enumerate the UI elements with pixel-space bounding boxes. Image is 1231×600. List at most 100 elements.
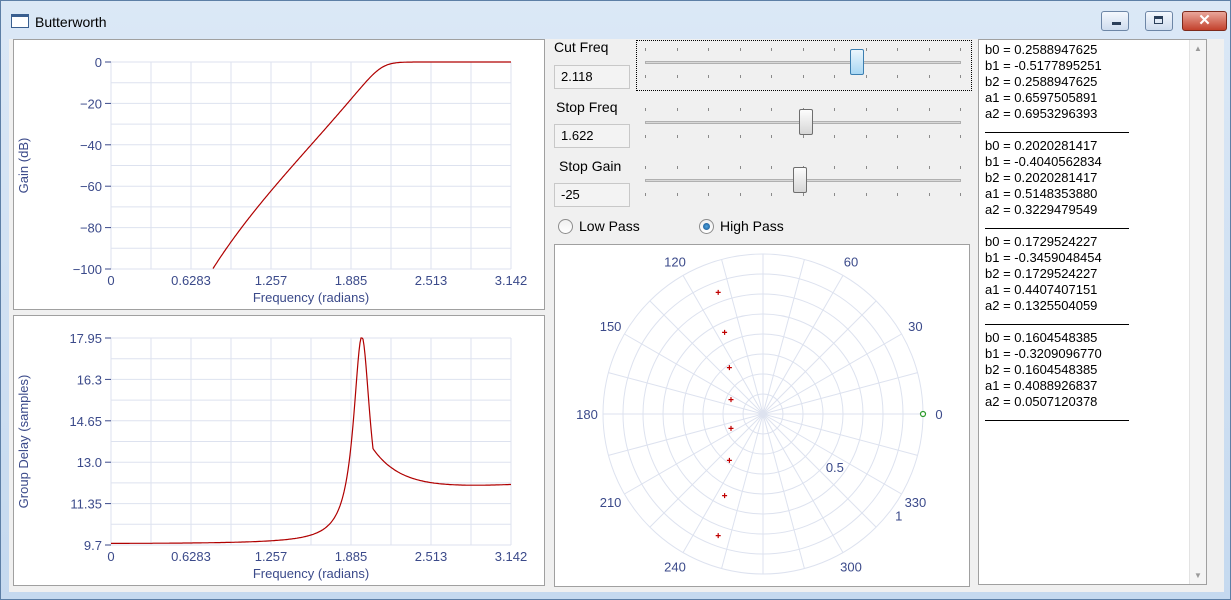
angle-label: 240 bbox=[664, 559, 686, 574]
slider-thumb[interactable] bbox=[849, 49, 864, 75]
slider-tick bbox=[802, 48, 804, 51]
slider-tick bbox=[928, 75, 930, 78]
app-window-icon bbox=[11, 14, 29, 28]
cut-freq-slider[interactable] bbox=[645, 48, 961, 78]
angle-label: 210 bbox=[600, 495, 622, 510]
slider-tick bbox=[708, 135, 709, 138]
slider-thumb[interactable] bbox=[792, 167, 807, 193]
y-tick-label: 9.7 bbox=[84, 538, 102, 553]
slider-tick bbox=[771, 48, 772, 51]
vertical-scrollbar[interactable]: ▲ ▼ bbox=[1189, 40, 1206, 584]
y-tick-label: 11.35 bbox=[70, 497, 102, 512]
polar-spoke bbox=[608, 372, 764, 415]
polar-spoke bbox=[682, 413, 764, 553]
slider-tick bbox=[739, 193, 741, 196]
y-axis-label: Group Delay (samples) bbox=[16, 375, 31, 509]
coefficient-line: a2 = 0.0507120378 bbox=[985, 394, 1098, 409]
coefficient-line: b2 = 0.1729524227 bbox=[985, 266, 1098, 281]
stop-gain-label: Stop Gain bbox=[559, 158, 622, 174]
x-tick-label: 1.885 bbox=[335, 549, 368, 564]
pole-marker bbox=[728, 397, 734, 403]
coefficient-line: b1 = -0.5177895251 bbox=[985, 58, 1102, 73]
y-tick-label: 0 bbox=[95, 55, 102, 70]
slider-tick bbox=[960, 166, 961, 169]
slider-tick bbox=[897, 135, 898, 138]
slider-tick bbox=[897, 193, 898, 196]
slider-tick bbox=[928, 48, 930, 51]
slider-tick bbox=[771, 166, 772, 169]
slider-tick bbox=[676, 166, 678, 169]
coefficient-line: b1 = -0.3459048454 bbox=[985, 250, 1102, 265]
polar-spoke bbox=[624, 413, 764, 495]
polar-spoke bbox=[762, 300, 877, 415]
slider-tick bbox=[802, 135, 804, 138]
scroll-up-icon[interactable]: ▲ bbox=[1194, 44, 1202, 53]
coefficient-line: a1 = 0.5148353880 bbox=[985, 186, 1098, 201]
angle-label: 330 bbox=[905, 495, 927, 510]
pole-marker bbox=[715, 289, 721, 295]
coefficient-line: b2 = 0.2020281417 bbox=[985, 170, 1098, 185]
slider-tick bbox=[771, 193, 772, 196]
slider-tick bbox=[834, 166, 835, 169]
low-pass-radio-circle bbox=[558, 219, 573, 234]
radio-selected-dot bbox=[703, 223, 710, 230]
slider-thumb[interactable] bbox=[799, 109, 814, 135]
y-tick-label: −60 bbox=[80, 179, 102, 194]
radius-label: 0.5 bbox=[826, 460, 844, 475]
close-button[interactable]: ✕ bbox=[1182, 11, 1227, 31]
radius-label: 1 bbox=[895, 508, 902, 523]
y-tick-label: −100 bbox=[73, 262, 102, 277]
x-tick-label: 1.257 bbox=[255, 549, 288, 564]
x-tick-label: 0.6283 bbox=[171, 273, 211, 288]
slider-tick bbox=[645, 48, 646, 51]
slider-tick bbox=[960, 75, 961, 78]
polar-spoke bbox=[762, 259, 805, 415]
pole-marker bbox=[722, 493, 728, 499]
minimize-button[interactable] bbox=[1101, 11, 1129, 31]
low-pass-label: Low Pass bbox=[579, 218, 640, 234]
angle-label: 30 bbox=[908, 319, 922, 334]
scroll-down-icon[interactable]: ▼ bbox=[1194, 571, 1202, 580]
slider-tick bbox=[865, 108, 867, 111]
stop-freq-value: 1.622 bbox=[554, 124, 630, 148]
stop-freq-slider[interactable] bbox=[645, 108, 961, 138]
slider-tick bbox=[645, 193, 646, 196]
client-area: 0 −20 −40 −60 −80 −100 0 0.6283 1.257 1.885 2.513 3… bbox=[9, 39, 1224, 592]
title-bar[interactable]: Butterworth ✕ bbox=[1, 1, 1230, 39]
x-tick-label: 0 bbox=[107, 549, 114, 564]
slider-tick bbox=[897, 75, 898, 78]
angle-label: 300 bbox=[840, 559, 862, 574]
slider-tick bbox=[834, 75, 835, 78]
slider-tick bbox=[708, 193, 709, 196]
polar-spoke bbox=[762, 333, 902, 415]
slider-tick bbox=[739, 75, 741, 78]
coefficient-line: a1 = 0.4407407151 bbox=[985, 282, 1098, 297]
stop-gain-value: -25 bbox=[554, 183, 630, 207]
y-tick-label: 17.95 bbox=[69, 331, 102, 346]
x-tick-label: 1.257 bbox=[255, 273, 288, 288]
coefficients-list[interactable]: b0 = 0.2588947625 b1 = -0.5177895251 b2 = … bbox=[978, 39, 1207, 585]
pole-marker bbox=[722, 329, 728, 335]
slider-tick bbox=[834, 108, 835, 111]
slider-tick bbox=[897, 108, 898, 111]
coefficient-line: a2 = 0.6953296393 bbox=[985, 106, 1098, 121]
maximize-button[interactable] bbox=[1145, 11, 1173, 31]
coefficients-text: b0 = 0.2588947625 b1 = -0.5177895251 b2 = … bbox=[979, 40, 1199, 584]
polar-spoke bbox=[608, 413, 764, 456]
slider-tick bbox=[834, 48, 835, 51]
coefficient-separator bbox=[985, 132, 1129, 133]
polar-spoke bbox=[682, 275, 764, 415]
zero-marker bbox=[919, 410, 927, 418]
x-tick-label: 2.513 bbox=[415, 273, 448, 288]
stop-gain-slider[interactable] bbox=[645, 166, 961, 196]
slider-tick bbox=[865, 193, 867, 196]
slider-tick bbox=[960, 193, 961, 196]
polar-spoke bbox=[649, 300, 764, 415]
angle-label: 120 bbox=[664, 255, 686, 270]
slider-tick bbox=[676, 135, 678, 138]
slider-tick bbox=[676, 108, 678, 111]
angle-label: 150 bbox=[600, 319, 622, 334]
gain-chart-svg: 0 −20 −40 −60 −80 −100 0 0.6283 1.257 1.885 2.513 3… bbox=[16, 55, 527, 305]
slider-tick bbox=[928, 166, 930, 169]
slider-tick bbox=[802, 75, 804, 78]
